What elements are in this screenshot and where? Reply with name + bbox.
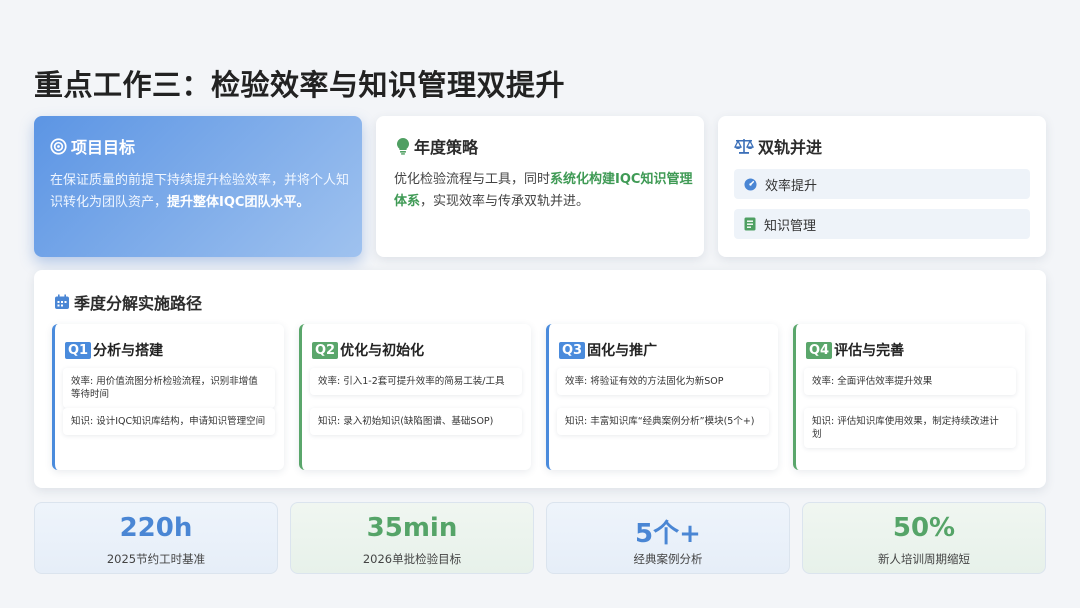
quarter-heading: Q1 分析与搭建 [65, 340, 163, 360]
strategy-text: 优化检验流程与工具，同时系统化构建IQC知识管理体系，实现效率与传承双轨并进。 [394, 172, 693, 209]
quarter-tag: Q4 [806, 341, 833, 359]
stat-label: 2026单批检验目标 [362, 552, 462, 566]
dual-item-label: 效率提升 [765, 178, 818, 194]
quarter-tag: Q2 [312, 341, 339, 359]
goal-text: 在保证质量的前提下持续提升检验效率，并将个人知识转化为团队资产，提升整体IQC团… [50, 173, 350, 210]
lightbulb-icon [396, 137, 410, 155]
gauge-icon [744, 177, 757, 191]
quarter-efficiency-item: 效率: 引入1-2套可提升效率的简易工装/工具 [310, 368, 522, 395]
goal-title-text: 项目目标 [71, 138, 136, 157]
target-icon [50, 137, 67, 155]
dual-card-title: 双轨并进 [734, 134, 822, 158]
stat-card-training-cycle: 50% 新人培训周期缩短 [802, 502, 1046, 574]
goal-card: 项目目标 在保证质量的前提下持续提升检验效率，并将个人知识转化为团队资产，提升整… [34, 116, 362, 257]
quarter-card-q3: Q3 固化与推广 效率: 将验证有效的方法固化为新SOP 知识: 丰富知识库“经… [546, 324, 778, 470]
quarter-knowledge-item: 知识: 评估知识库使用效果，制定持续改进计划 [804, 408, 1016, 448]
dual-item-knowledge: 知识管理 [734, 209, 1030, 239]
stat-card-hours-saved: 220h 2025节约工时基准 [34, 502, 278, 574]
dual-item-efficiency: 效率提升 [734, 169, 1030, 199]
quarter-heading: Q3 固化与推广 [559, 340, 657, 360]
quarter-title: 优化与初始化 [340, 343, 425, 359]
stat-value: 50% [892, 513, 956, 543]
stat-label: 2025节约工时基准 [106, 552, 206, 566]
route-title-text: 季度分解实施路径 [74, 294, 203, 313]
quarter-knowledge-item: 知识: 录入初始知识(缺陷图谱、基础SOP) [310, 408, 522, 435]
strategy-title-text: 年度策略 [414, 138, 479, 157]
dual-item-label: 知识管理 [764, 218, 817, 234]
goal-text-bold: 提升整体IQC团队水平。 [167, 195, 310, 210]
quarter-heading: Q4 评估与完善 [806, 340, 904, 360]
route-card-title: 季度分解实施路径 [54, 290, 202, 314]
stat-card-batch-time: 35min 2026单批检验目标 [290, 502, 534, 574]
stat-value: 220h [119, 513, 193, 543]
quarter-knowledge-item: 知识: 丰富知识库“经典案例分析”模块(5个+) [557, 408, 769, 435]
stat-value: 5个+ [635, 519, 701, 549]
quarter-card-q4: Q4 评估与完善 效率: 全面评估效率提升效果 知识: 评估知识库使用效果，制定… [793, 324, 1025, 470]
quarter-efficiency-item: 效率: 用价值流图分析检验流程，识别非增值等待时间 [63, 368, 275, 408]
quarter-knowledge-item: 知识: 设计IQC知识库结构，申请知识管理空间 [63, 408, 275, 435]
quarter-card-q2: Q2 优化与初始化 效率: 引入1-2套可提升效率的简易工装/工具 知识: 录入… [299, 324, 531, 470]
quarter-tag: Q3 [559, 341, 586, 359]
stat-value: 35min [366, 513, 458, 543]
quarter-efficiency-item: 效率: 将验证有效的方法固化为新SOP [557, 368, 769, 395]
strategy-card: 年度策略 优化检验流程与工具，同时系统化构建IQC知识管理体系，实现效率与传承双… [376, 116, 704, 257]
scale-icon [734, 137, 754, 155]
dual-title-text: 双轨并进 [758, 138, 823, 157]
quarter-efficiency-item: 效率: 全面评估效率提升效果 [804, 368, 1016, 395]
stat-label: 新人培训周期缩短 [878, 552, 970, 566]
strategy-card-title: 年度策略 [396, 134, 478, 158]
calendar-icon [54, 294, 70, 310]
stat-label: 经典案例分析 [633, 552, 703, 566]
book-icon [744, 217, 756, 231]
quarter-tag: Q1 [65, 341, 92, 359]
stat-card-case-studies: 5个+ 经典案例分析 [546, 502, 790, 574]
page-title: 重点工作三：检验效率与知识管理双提升 [34, 68, 566, 102]
quarter-title: 固化与推广 [587, 343, 658, 359]
goal-card-title: 项目目标 [50, 134, 135, 158]
quarter-title: 评估与完善 [834, 343, 905, 359]
quarter-card-q1: Q1 分析与搭建 效率: 用价值流图分析检验流程，识别非增值等待时间 知识: 设… [52, 324, 284, 470]
quarter-title: 分析与搭建 [93, 343, 164, 359]
quarter-heading: Q2 优化与初始化 [312, 340, 424, 360]
